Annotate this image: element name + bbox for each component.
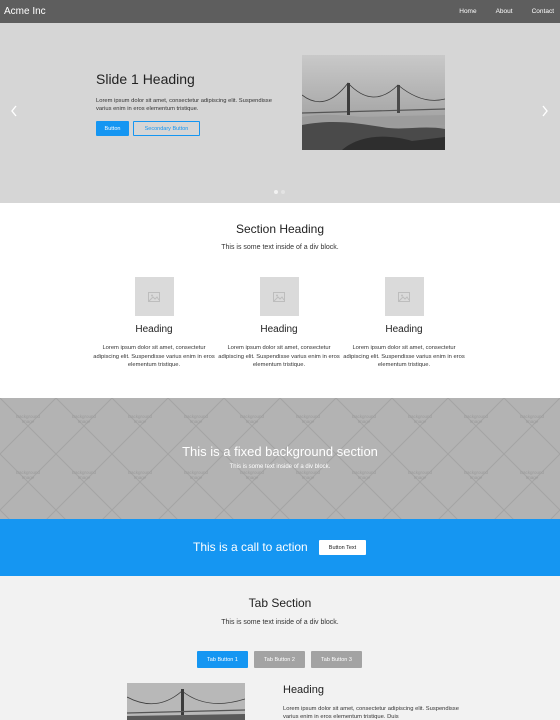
fixed-background-section: Background Image Background Image Background… <box>0 398 560 519</box>
tab-button-1[interactable]: Tab Button 1 <box>197 651 248 668</box>
chevron-right-icon[interactable] <box>540 103 550 122</box>
bridge-image <box>302 55 445 150</box>
feature-column-1: Heading Lorem ipsum dolor sit amet, cons… <box>92 277 216 370</box>
feature-text: Lorem ipsum dolor sit amet, consectetur … <box>93 345 215 369</box>
tab-content-text: Lorem ipsum dolor sit amet, consectetur … <box>283 706 459 720</box>
feature-text: Lorem ipsum dolor sit amet, consectetur … <box>218 345 340 369</box>
top-navbar: Acme Inc Home About Contact <box>0 0 560 23</box>
feature-heading: Heading <box>135 324 173 335</box>
section-heading: Section Heading <box>235 222 325 236</box>
feature-heading: Heading <box>385 324 423 335</box>
slide-primary-button[interactable]: Button <box>96 121 129 136</box>
fixed-section-heading: This is a fixed background section <box>182 444 378 459</box>
slide-text: Lorem ipsum dolor sit amet, consectetur … <box>96 98 272 113</box>
slider-dot-1[interactable] <box>274 190 278 194</box>
cta-button[interactable]: Button Text <box>319 540 366 555</box>
nav-link-about[interactable]: About <box>496 8 513 15</box>
brand-logo[interactable]: Acme Inc <box>4 6 46 17</box>
tab-button-2[interactable]: Tab Button 2 <box>254 651 305 668</box>
slide-heading: Slide 1 Heading <box>96 71 195 87</box>
features-section: Section Heading This is some text inside… <box>0 203 560 398</box>
feature-column-2: Heading Lorem ipsum dolor sit amet, cons… <box>217 277 341 370</box>
image-placeholder-icon <box>384 277 424 316</box>
image-placeholder-icon <box>134 277 174 316</box>
feature-heading: Heading <box>260 324 298 335</box>
feature-text: Lorem ipsum dolor sit amet, consectetur … <box>343 345 465 369</box>
tab-button-3[interactable]: Tab Button 3 <box>311 651 362 668</box>
nav-links: Home About Contact <box>440 8 554 15</box>
slider-dot-2[interactable] <box>281 190 285 194</box>
nav-link-contact[interactable]: Contact <box>532 8 554 15</box>
tab-content-heading: Heading <box>283 684 324 696</box>
image-placeholder-icon <box>259 277 299 316</box>
hero-slider: Slide 1 Heading Lorem ipsum dolor sit am… <box>0 23 560 203</box>
tab-section: Tab Section This is some text inside of … <box>0 576 560 720</box>
nav-link-home[interactable]: Home <box>459 8 476 15</box>
call-to-action-section: This is a call to action Button Text <box>0 519 560 576</box>
feature-column-3: Heading Lorem ipsum dolor sit amet, cons… <box>342 277 466 370</box>
tab-section-subtitle: This is some text inside of a div block. <box>221 619 339 626</box>
chevron-left-icon[interactable] <box>9 103 19 122</box>
tab-section-heading: Tab Section <box>248 596 312 610</box>
fixed-section-subtitle: This is some text inside of a div block. <box>229 464 331 470</box>
bridge-image <box>127 683 245 720</box>
cta-text: This is a call to action <box>193 540 308 554</box>
section-subtitle: This is some text inside of a div block. <box>221 244 339 251</box>
slider-dots <box>274 190 285 194</box>
slide-secondary-button[interactable]: Secondary Button <box>133 121 200 136</box>
